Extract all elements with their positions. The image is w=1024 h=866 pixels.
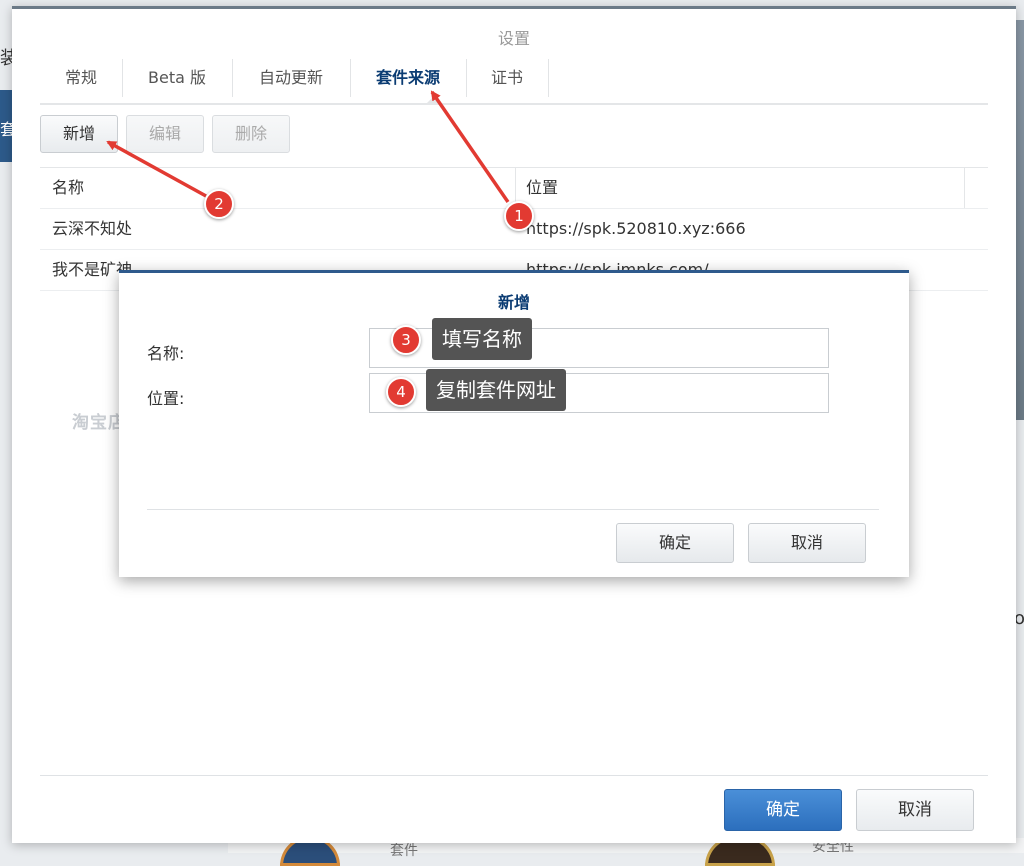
- location-tooltip: 复制套件网址: [426, 369, 566, 411]
- annotation-arrows: [106, 90, 510, 203]
- step-badge-3: 3: [391, 325, 421, 355]
- step-badge-2: 2: [204, 189, 234, 219]
- step-badge-4: 4: [386, 377, 416, 407]
- arrow-to-tab: [430, 90, 510, 203]
- arrow-to-add-button: [106, 140, 207, 198]
- name-tooltip: 填写名称: [432, 318, 532, 360]
- step-badge-1: 1: [504, 201, 534, 231]
